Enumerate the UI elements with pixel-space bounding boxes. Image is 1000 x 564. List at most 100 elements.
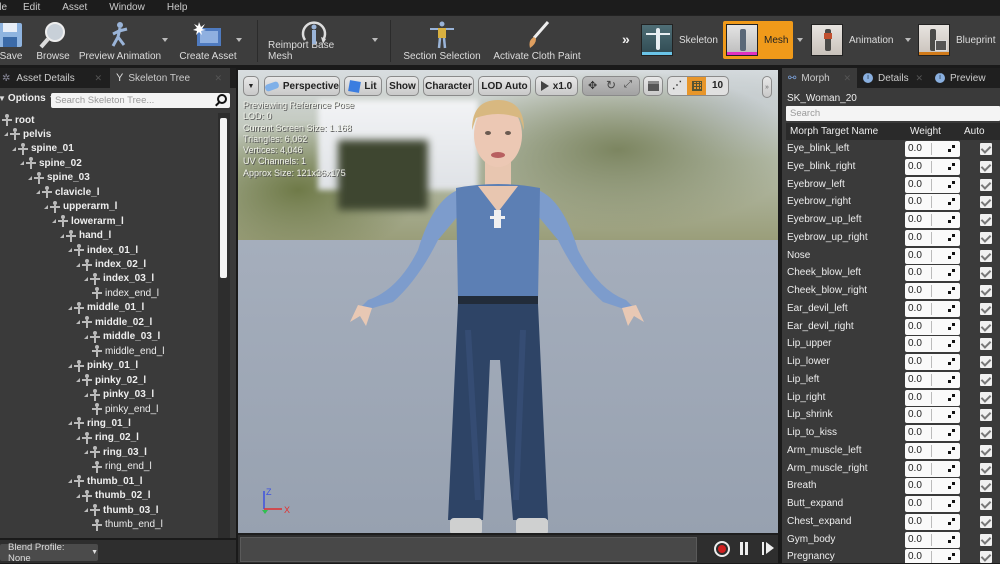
bone-tree-item[interactable]: hand_l: [60, 229, 111, 243]
bone-tree-item[interactable]: middle_02_l: [76, 315, 152, 329]
translate-icon[interactable]: ✥: [588, 79, 597, 92]
auto-checkbox[interactable]: [980, 143, 992, 155]
close-icon[interactable]: ✕: [214, 73, 222, 84]
auto-checkbox[interactable]: [980, 444, 992, 457]
auto-checkbox[interactable]: [980, 231, 992, 244]
bone-tree-item[interactable]: pinky_01_l: [68, 359, 138, 373]
blend-profile-dropdown[interactable]: Blend Profile: None ▼: [0, 542, 98, 564]
morph-weight-input[interactable]: 0.0: [905, 265, 960, 282]
column-header-weight[interactable]: Weight: [910, 126, 941, 137]
expand-arrow-icon[interactable]: [12, 146, 16, 151]
morph-weight-input[interactable]: 0.0: [905, 176, 960, 193]
auto-checkbox[interactable]: [980, 160, 992, 173]
bone-tree-item[interactable]: index_end_l: [92, 286, 159, 300]
auto-checkbox[interactable]: [980, 515, 992, 528]
bone-tree-item[interactable]: index_01_l: [68, 243, 138, 257]
morph-weight-input[interactable]: 0.0: [905, 141, 960, 157]
expand-arrow-icon[interactable]: [68, 479, 72, 484]
rotate-icon[interactable]: ↻: [606, 78, 616, 92]
expand-arrow-icon[interactable]: [76, 435, 80, 440]
mesh-dropdown-icon[interactable]: [797, 38, 803, 42]
auto-checkbox[interactable]: [980, 356, 992, 368]
mode-blueprint[interactable]: Blueprint: [915, 21, 1000, 59]
drag-handle-icon[interactable]: [948, 287, 955, 294]
expand-arrow-icon[interactable]: [84, 334, 88, 339]
preview-animation-dropdown-icon[interactable]: [162, 38, 168, 42]
expand-arrow-icon[interactable]: [52, 219, 56, 224]
bone-tree-item[interactable]: spine_02: [20, 156, 82, 170]
drag-handle-icon[interactable]: [948, 411, 955, 419]
bone-tree-item[interactable]: ring_03_l: [84, 445, 147, 459]
reimport-base-mesh-button[interactable]: Reimport Base Mesh: [268, 16, 360, 66]
record-button[interactable]: [714, 541, 730, 557]
drag-handle-icon[interactable]: [948, 251, 955, 259]
morph-weight-input[interactable]: 0.0: [905, 371, 960, 388]
menu-help[interactable]: Help: [167, 2, 188, 13]
close-icon[interactable]: ✕: [94, 73, 102, 84]
drag-handle-icon[interactable]: [948, 216, 955, 223]
morph-weight-input[interactable]: 0.0: [905, 549, 960, 563]
lit-button[interactable]: Lit: [344, 76, 382, 96]
scale-icon[interactable]: ⤢: [624, 79, 632, 90]
bone-tree-item[interactable]: lowerarm_l: [52, 214, 124, 228]
section-selection-button[interactable]: Section Selection: [402, 16, 482, 66]
drag-handle-icon[interactable]: [948, 358, 955, 365]
drag-handle-icon[interactable]: [948, 375, 955, 383]
bone-tree-item[interactable]: spine_03: [28, 171, 90, 185]
auto-checkbox[interactable]: [980, 214, 992, 226]
drag-handle-icon[interactable]: [948, 464, 955, 472]
column-header-auto[interactable]: Auto: [964, 126, 985, 137]
skeleton-search-input[interactable]: Search Skeleton Tree...: [51, 93, 230, 108]
expand-arrow-icon[interactable]: [76, 378, 80, 383]
expand-arrow-icon[interactable]: [44, 204, 48, 209]
reimport-dropdown-icon[interactable]: [372, 38, 378, 42]
drag-handle-icon[interactable]: [948, 269, 955, 277]
character-button[interactable]: Character: [423, 76, 474, 96]
auto-checkbox[interactable]: [980, 533, 992, 546]
morph-weight-input[interactable]: 0.0: [905, 478, 960, 495]
grid-size-value[interactable]: 10: [712, 80, 723, 91]
expand-arrow-icon[interactable]: [68, 305, 72, 310]
close-icon[interactable]: ✕: [843, 73, 851, 84]
auto-checkbox[interactable]: [980, 480, 992, 493]
drag-handle-icon[interactable]: [948, 322, 955, 330]
expand-arrow-icon[interactable]: [28, 175, 32, 180]
morph-weight-input[interactable]: 0.0: [905, 158, 960, 175]
drag-handle-icon[interactable]: [948, 535, 955, 543]
morph-weight-input[interactable]: 0.0: [905, 300, 960, 317]
morph-weight-input[interactable]: 0.0: [905, 513, 960, 530]
drag-handle-icon[interactable]: [948, 233, 955, 241]
menu-file[interactable]: ile: [0, 2, 7, 13]
menu-asset[interactable]: Asset: [62, 2, 87, 13]
menu-edit[interactable]: Edit: [23, 2, 40, 13]
bone-tree-item[interactable]: index_02_l: [76, 258, 146, 272]
auto-checkbox[interactable]: [980, 249, 992, 262]
bone-tree-item[interactable]: upperarm_l: [44, 200, 117, 214]
drag-handle-icon[interactable]: [948, 500, 955, 507]
expand-arrow-icon[interactable]: [84, 392, 88, 397]
tab-details[interactable]: i Details ✕: [857, 68, 929, 88]
expand-arrow-icon[interactable]: [36, 190, 40, 195]
toolbar-overflow-button[interactable]: »: [762, 76, 772, 98]
menu-window[interactable]: Window: [109, 2, 145, 13]
auto-checkbox[interactable]: [980, 338, 992, 351]
morph-weight-input[interactable]: 0.0: [905, 212, 960, 228]
drag-handle-icon[interactable]: [948, 393, 955, 401]
lod-button[interactable]: LOD Auto: [478, 76, 531, 96]
browse-button[interactable]: Browse: [34, 16, 72, 66]
expand-arrow-icon[interactable]: [60, 233, 64, 238]
auto-checkbox[interactable]: [980, 427, 992, 439]
morph-weight-input[interactable]: 0.0: [905, 247, 960, 264]
morph-weight-input[interactable]: 0.0: [905, 407, 960, 424]
bone-tree-item[interactable]: pelvis: [4, 127, 51, 141]
create-asset-button[interactable]: Create Asset: [176, 16, 240, 66]
save-button[interactable]: Save: [0, 16, 28, 66]
bone-tree-item[interactable]: ring_end_l: [92, 460, 152, 474]
expand-arrow-icon[interactable]: [76, 493, 80, 498]
tab-asset-details[interactable]: ✲ Asset Details ✕: [0, 68, 110, 88]
bone-tree-item[interactable]: middle_03_l: [84, 330, 160, 344]
mode-animation[interactable]: Animation: [808, 21, 904, 59]
auto-checkbox[interactable]: [980, 373, 992, 386]
tab-skeleton-tree[interactable]: Y Skeleton Tree ✕: [110, 68, 230, 88]
animation-dropdown-icon[interactable]: [905, 38, 911, 42]
